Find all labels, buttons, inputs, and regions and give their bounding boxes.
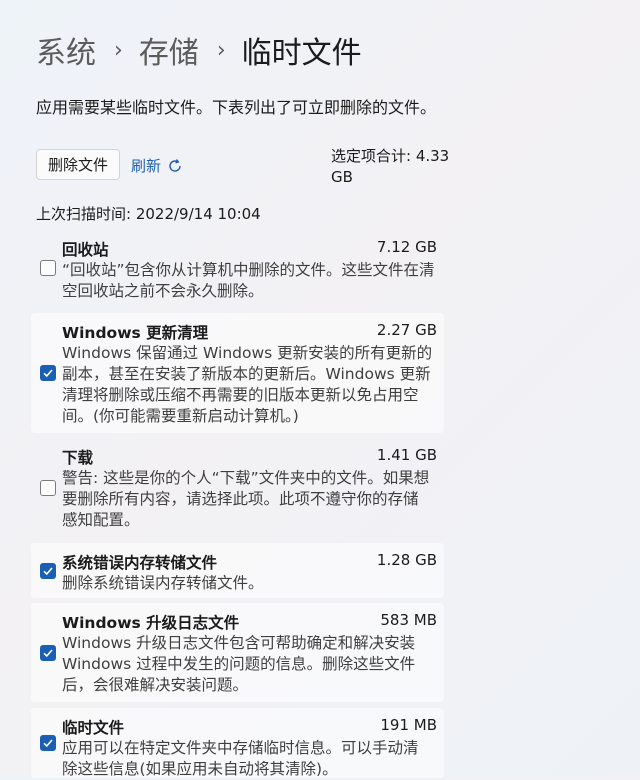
list-item[interactable]: 临时文件 191 MB 应用可以在特定文件夹中存储临时信息。可以手动清 除这些信息(如… xyxy=(31,708,444,778)
last-scan-time: 上次扫描时间: 2022/9/14 10:04 xyxy=(36,205,261,223)
breadcrumb-system[interactable]: 系统 xyxy=(36,28,96,72)
item-description-line: 感知配置。 xyxy=(62,511,140,529)
item-size: 2.27 GB xyxy=(376,321,437,339)
item-size: 7.12 GB xyxy=(376,238,437,256)
item-description-line: 警告: 这些是你的个人“下载”文件夹中的文件。如果想 xyxy=(62,469,430,487)
page-description: 应用需要某些临时文件。下表列出了可立即删除的文件。 xyxy=(36,98,437,117)
item-description-line: Windows 升级日志文件包含可帮助确定和解决安装 xyxy=(62,634,416,652)
refresh-link[interactable]: 刷新 xyxy=(131,155,183,176)
delete-files-button[interactable]: 删除文件 xyxy=(36,149,120,180)
page-title: 临时文件 xyxy=(241,36,362,71)
breadcrumb-storage[interactable]: 存储 xyxy=(139,28,199,72)
item-checkbox[interactable] xyxy=(40,644,56,661)
item-description: 警告: 这些是你的个人“下载”文件夹中的文件。如果想 要删除所有内容，请选择此项。… xyxy=(62,468,440,531)
refresh-icon xyxy=(169,158,181,172)
item-description-line: 后，会很难解决安装问题。 xyxy=(62,676,249,694)
item-description-line: 应用可以在特定文件夹中存储临时信息。可以手动清 xyxy=(62,739,419,757)
item-title: Windows 升级日志文件 xyxy=(62,614,240,632)
item-title: 系统错误内存转储文件 xyxy=(62,554,218,572)
item-title: 临时文件 xyxy=(62,719,125,737)
chevron-right-icon: › xyxy=(216,37,226,63)
item-description: Windows 保留通过 Windows 更新安装的所有更新的 副本，甚至在安装了… xyxy=(62,343,440,427)
item-description-line: 空回收站之前不会永久删除。 xyxy=(62,282,264,300)
breadcrumb: 系统 › 存储 › 临时文件 xyxy=(36,28,362,72)
list-item[interactable]: 下载 1.41 GB 警告: 这些是你的个人“下载”文件夹中的文件。如果想 要删除所有… xyxy=(31,438,444,537)
item-title: 回收站 xyxy=(62,241,109,259)
item-checkbox[interactable] xyxy=(40,260,56,276)
list-item[interactable]: Windows 升级日志文件 583 MB Windows 升级日志文件包含可帮助确… xyxy=(31,603,444,702)
item-description-line: 删除系统错误内存转储文件。 xyxy=(62,574,264,592)
list-item[interactable]: 系统错误内存转储文件 1.28 GB 删除系统错误内存转储文件。 xyxy=(31,543,444,598)
item-description: 删除系统错误内存转储文件。 xyxy=(62,573,440,594)
item-description-line: Windows 过程中发生的问题的信息。删除这些文件 xyxy=(62,655,416,673)
item-title: Windows 更新清理 xyxy=(62,324,209,342)
list-item[interactable]: Windows 更新清理 2.27 GB Windows 保留通过 Windows … xyxy=(31,313,444,433)
list-item[interactable]: 回收站 7.12 GB “回收站”包含你从计算机中删除的文件。这些文件在清 空回收站之… xyxy=(31,238,444,306)
checkmark-icon xyxy=(43,739,53,748)
item-checkbox[interactable] xyxy=(40,365,56,381)
item-size: 191 MB xyxy=(380,716,437,734)
refresh-label: 刷新 xyxy=(131,157,162,175)
checkmark-icon xyxy=(43,369,53,378)
item-size: 583 MB xyxy=(380,611,437,629)
item-description-line: 要删除所有内容，请选择此项。此项不遵守你的存储 xyxy=(62,490,419,508)
item-checkbox[interactable] xyxy=(40,735,56,751)
selected-total-line: 选定项合计: 4.33 xyxy=(331,147,450,165)
item-description-line: Windows 保留通过 Windows 更新安装的所有更新的 xyxy=(62,344,433,362)
item-description-line: 副本，甚至在安装了新版本的更新后。Windows 更新 xyxy=(62,365,431,383)
checkmark-icon xyxy=(43,566,53,575)
selected-total-unit: GB xyxy=(331,168,353,186)
chevron-right-icon: › xyxy=(114,37,123,63)
item-checkbox[interactable] xyxy=(40,562,56,579)
item-description-line: 清理将删除或压缩不再需要的旧版本更新以免占用空 xyxy=(62,386,419,404)
item-size: 1.41 GB xyxy=(376,446,437,464)
item-description-line: 间。(你可能需要重新启动计算机。) xyxy=(62,407,299,425)
item-size: 1.28 GB xyxy=(376,551,437,569)
item-title: 下载 xyxy=(62,449,94,467)
item-description: 应用可以在特定文件夹中存储临时信息。可以手动清 除这些信息(如果应用未自动将其清除… xyxy=(62,738,440,780)
checkmark-icon xyxy=(43,648,53,657)
item-description-line: “回收站”包含你从计算机中删除的文件。这些文件在清 xyxy=(62,261,435,279)
item-description: “回收站”包含你从计算机中删除的文件。这些文件在清 空回收站之前不会永久删除。 xyxy=(62,260,440,302)
item-checkbox[interactable] xyxy=(40,479,56,496)
item-description: Windows 升级日志文件包含可帮助确定和解决安装 Windows 过程中发生的… xyxy=(62,633,440,696)
selected-total: 选定项合计: 4.33 GB xyxy=(331,146,456,188)
